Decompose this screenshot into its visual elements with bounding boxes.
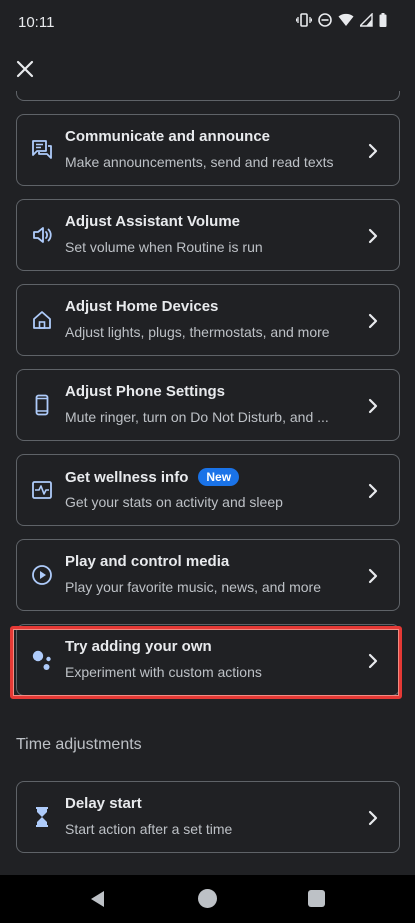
hourglass-icon [30,805,54,829]
card-title: Try adding your own [65,638,212,655]
action-card-custom[interactable]: Try adding your own Experiment with cust… [16,624,400,696]
close-button[interactable] [12,56,38,82]
close-icon [16,60,34,78]
chevron-right-icon [363,564,383,588]
play-icon [30,563,54,587]
navigation-bar [0,875,415,923]
card-title: Adjust Assistant Volume [65,213,241,230]
action-card-delay-start[interactable]: Delay start Start action after a set tim… [16,781,400,853]
chevron-right-icon [363,649,383,673]
status-bar: 10:11 [0,0,415,44]
card-subtitle: Mute ringer, turn on Do Not Disturb, and… [65,409,329,425]
chevron-right-icon [363,139,383,163]
card-subtitle: Set volume when Routine is run [65,239,263,255]
signal-icon [360,13,373,27]
action-card-assistant-volume[interactable]: Adjust Assistant Volume Set volume when … [16,199,400,271]
status-time: 10:11 [18,14,55,31]
home-icon [30,308,54,332]
action-card-home-devices[interactable]: Adjust Home Devices Adjust lights, plugs… [16,284,400,356]
chevron-right-icon [363,806,383,830]
back-triangle-icon [91,891,104,907]
phone-icon [30,393,54,417]
card-title: Delay start [65,795,142,812]
chevron-right-icon [363,479,383,503]
status-icons [296,13,387,27]
card-title: Communicate and announce [65,128,271,145]
card-title: Get wellness info [65,468,189,486]
chevron-right-icon [363,394,383,418]
wellness-icon [30,478,54,502]
action-card-media[interactable]: Play and control media Play your favorit… [16,539,400,611]
home-button[interactable] [198,889,217,908]
chevron-right-icon [363,224,383,248]
action-card-phone-settings[interactable]: Adjust Phone Settings Mute ringer, turn … [16,369,400,441]
card-subtitle: Get your stats on activity and sleep [65,494,283,510]
chevron-right-icon [363,309,383,333]
wifi-icon [338,13,354,27]
card-subtitle: Play your favorite music, news, and more [65,579,321,595]
card-subtitle: Make announcements, send and read texts [65,154,334,170]
assistant-icon [30,648,54,672]
card-subtitle: Start action after a set time [65,821,233,837]
card-title: Adjust Home Devices [65,298,219,315]
card-subtitle: Experiment with custom actions [65,664,262,680]
back-button[interactable] [88,889,108,909]
card-subtitle: Adjust lights, plugs, thermostats, and m… [65,324,330,340]
battery-icon [379,13,387,27]
new-badge: New [198,468,240,486]
chat-icon [30,138,54,162]
vibrate-icon [296,13,312,27]
volume-icon [30,223,54,247]
action-card-communicate[interactable]: Communicate and announce Make announceme… [16,114,400,186]
action-card-wellness[interactable]: Get wellness info New Get your stats on … [16,454,400,526]
section-heading-time-adjustments: Time adjustments [16,736,142,753]
card-title: Adjust Phone Settings [65,383,226,400]
do-not-disturb-icon [318,13,332,27]
card-title: Play and control media [65,553,230,570]
recents-button[interactable] [308,890,325,907]
previous-card-edge [16,91,400,101]
